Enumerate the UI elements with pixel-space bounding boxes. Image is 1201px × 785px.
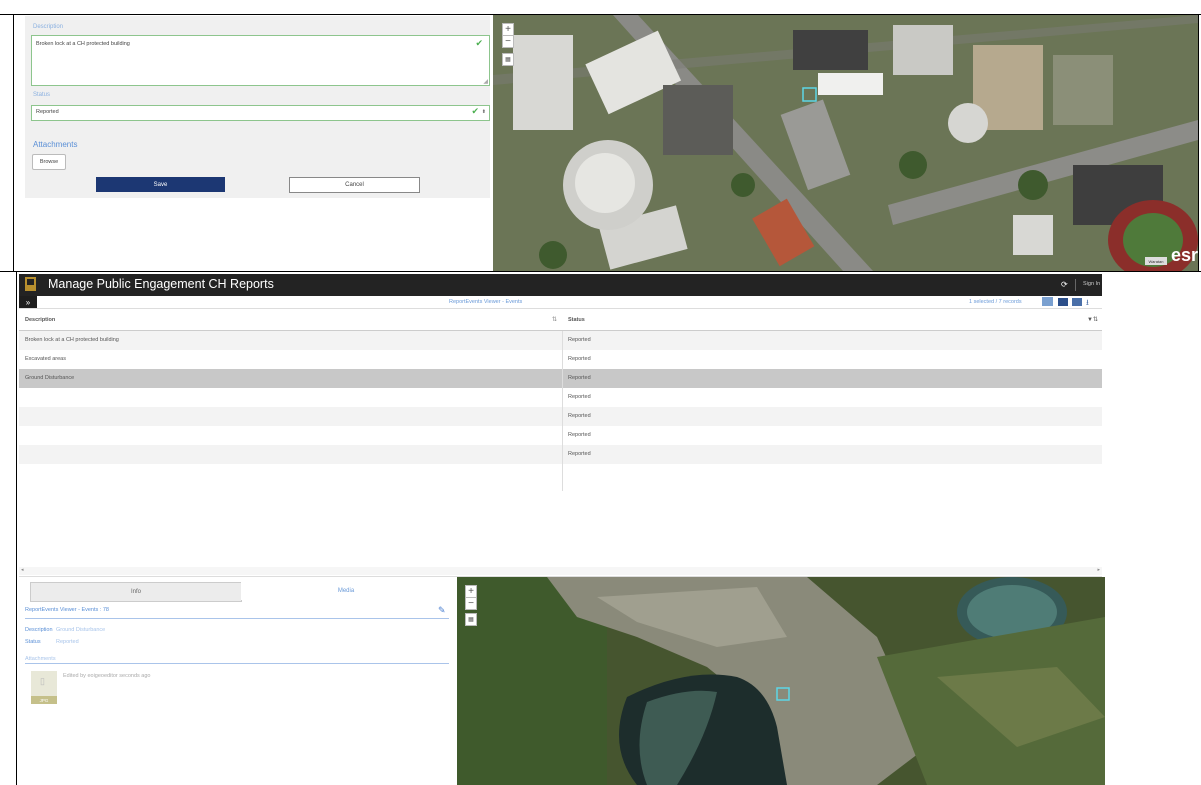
file-type-badge: JPG (31, 696, 57, 704)
description-textarea[interactable]: Broken lock at a CH protected building ✔… (31, 35, 490, 86)
satellite-imagery (493, 15, 1198, 271)
status-select[interactable]: Reported ✔ ⬍ (31, 105, 490, 121)
table-row[interactable]: Reported (19, 426, 1102, 445)
status-value: Reported (56, 639, 79, 645)
cell-status: Reported (568, 394, 591, 400)
attachment-note: Edited by eoigeoeditor seconds ago (63, 673, 151, 679)
divider (25, 618, 449, 619)
layer-title: ReportEvents Viewer - Events (449, 299, 523, 305)
table-options-icon[interactable] (1072, 298, 1082, 306)
sign-in-link[interactable]: Sign In (1083, 281, 1100, 287)
table-header-row: Description ⇅ Status ▼⇅ (19, 310, 1102, 331)
divider (25, 663, 449, 664)
frame-border (13, 14, 14, 271)
column-divider[interactable] (562, 331, 563, 491)
sort-icon[interactable]: ⇅ (552, 310, 557, 329)
satellite-map-top[interactable]: + − ▦ Waratan esri (493, 15, 1198, 271)
column-header-description[interactable]: Description (25, 310, 55, 329)
frame-border (0, 271, 1201, 272)
frame-border (16, 271, 17, 785)
status-label: Status (25, 639, 41, 645)
status-label: Status (33, 92, 51, 98)
info-panel: Info Media ReportEvents Viewer - Events … (25, 582, 455, 782)
basemap-gallery-icon[interactable]: ▦ (502, 53, 514, 66)
table-body: Broken lock at a CH protected building R… (19, 331, 1102, 491)
satellite-imagery (457, 577, 1105, 785)
attachments-label: Attachments (25, 656, 56, 662)
save-button[interactable]: Save (96, 177, 225, 192)
record-title: ReportEvents Viewer - Events : 78 (25, 607, 109, 613)
description-label: Description (25, 627, 53, 633)
edit-form: Description Broken lock at a CH protecte… (25, 16, 490, 198)
cell-status: Reported (568, 375, 591, 381)
description-label: Description (33, 24, 64, 30)
valid-check-icon: ✔ (471, 106, 479, 116)
cell-status: Reported (568, 451, 591, 457)
cell-status: Reported (568, 356, 591, 362)
basemap-gallery-icon[interactable]: ▦ (465, 613, 477, 626)
refresh-icon[interactable]: ⟳ (1061, 280, 1068, 289)
cell-status: Reported (568, 413, 591, 419)
zoom-out-button[interactable]: − (502, 35, 514, 48)
column-header-status[interactable]: Status (568, 310, 585, 329)
cell-status: Reported (568, 432, 591, 438)
esri-logo: esri (1171, 245, 1198, 265)
zoom-out-button[interactable]: − (465, 597, 477, 610)
attribution-badge: Waratan (1145, 257, 1167, 265)
browse-button[interactable]: Browse (32, 154, 66, 170)
table-row[interactable]: Reported (19, 388, 1102, 407)
filter-icon[interactable]: ▼⇅ (1087, 310, 1098, 329)
cell-description: Ground Disturbance (25, 375, 75, 381)
description-value: Broken lock at a CH protected building (36, 41, 130, 47)
frame-border (1198, 14, 1199, 271)
selection-count: 1 selected / 7 records (969, 299, 1022, 305)
attachments-heading: Attachments (33, 140, 78, 149)
table-row[interactable]: Reported (19, 407, 1102, 426)
cancel-button[interactable]: Cancel (289, 177, 420, 193)
valid-check-icon: ✔ (475, 38, 483, 48)
table-row[interactable]: Reported (19, 445, 1102, 464)
table-row[interactable]: Excavated areas Reported (19, 350, 1102, 369)
tab-media[interactable]: Media (241, 582, 451, 600)
tab-info[interactable]: Info (30, 582, 242, 602)
export-icon[interactable]: ⭳ (1086, 297, 1089, 311)
resize-handle-icon[interactable]: ◢ (483, 78, 488, 85)
scroll-left-icon[interactable]: ◂ (21, 567, 24, 573)
show-selected-icon[interactable] (1058, 298, 1068, 306)
header-divider (1075, 279, 1076, 291)
cell-description: Excavated areas (25, 356, 66, 362)
zoom-to-selection-icon[interactable] (1042, 297, 1053, 306)
status-select-value: Reported (36, 109, 59, 115)
table-row[interactable]: Broken lock at a CH protected building R… (19, 331, 1102, 350)
app-header: Manage Public Engagement CH Reports ⟳ Si… (19, 274, 1102, 296)
select-arrow-icon: ⬍ (481, 109, 486, 115)
attachment-thumbnail[interactable]: ▯ JPG (31, 671, 57, 704)
app-title: Manage Public Engagement CH Reports (48, 277, 274, 291)
table-toolbar: » ReportEvents Viewer - Events 1 selecte… (19, 296, 1102, 309)
file-icon: ▯ (40, 676, 45, 686)
expand-panel-icon[interactable]: » (19, 296, 37, 308)
scroll-right-icon[interactable]: ▸ (1097, 567, 1100, 573)
cell-status: Reported (568, 337, 591, 343)
satellite-map-bottom[interactable]: + − ▦ (457, 577, 1105, 785)
horizontal-scrollbar[interactable]: ◂ ▸ (19, 567, 1102, 575)
attribute-table: Description ⇅ Status ▼⇅ Broken lock at a… (19, 310, 1102, 577)
table-row-selected[interactable]: Ground Disturbance Reported (19, 369, 1102, 388)
cell-description: Broken lock at a CH protected building (25, 337, 119, 343)
edit-pencil-icon[interactable]: ✎ (438, 605, 446, 616)
app-logo-icon (25, 277, 36, 291)
description-value: Ground Disturbance (56, 627, 106, 633)
